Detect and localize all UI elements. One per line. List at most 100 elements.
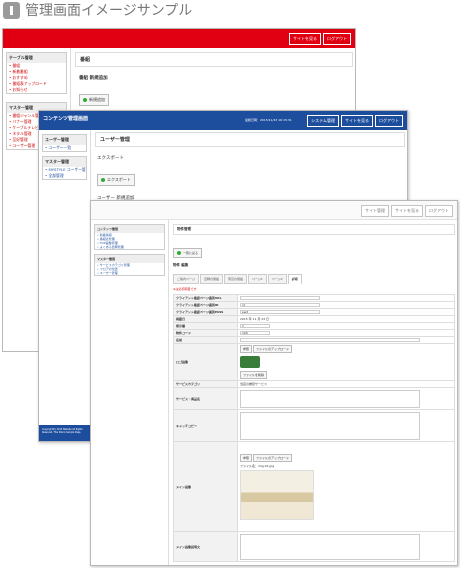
sidebar-section-title: マスター管理 (43, 157, 86, 167)
info-icon (3, 2, 20, 19)
plus-icon (83, 98, 87, 102)
table-row: メイン画像説明文 (173, 531, 455, 562)
field-label: 物件コード (173, 329, 238, 337)
field-label: 表示順 (173, 322, 238, 330)
site-admin-button[interactable]: サイト管理 (361, 205, 389, 217)
field-label: メイン画像 (173, 441, 238, 532)
back-to-list-button[interactable]: 一覧に戻る (173, 248, 203, 258)
sidebar-section-title: テーブル管理 (7, 53, 66, 63)
table-row: 掲載日 2015 年 11 月 23 日 (173, 315, 455, 323)
page-title: 管理画面イメージサンプル (25, 3, 193, 19)
top-bar: サイトを見る ログアウト (3, 29, 355, 48)
sidebar-section-user: ユーザー管理 • ユーザー一覧 (42, 134, 87, 152)
order-field[interactable]: 1 (240, 324, 270, 328)
table-row: 表示順 1 (173, 322, 455, 330)
main-content: 物件管理 一覧に戻る 物件 編集 ご案内ページ 近隣の施設 周辺の施設 ページ1… (173, 224, 455, 562)
logout-button[interactable]: ログアウト (323, 33, 351, 45)
edit-form-table: クライアント確認ページ識別URL クライアント確認ページ識別ID id クライアン… (173, 294, 455, 562)
view-site-button[interactable]: サイトを見る (341, 115, 373, 127)
system-admin-button[interactable]: システム管理 (307, 115, 339, 127)
pass-field[interactable]: pwd (240, 310, 320, 314)
tab-bar: ご案内ページ 近隣の施設 周辺の施設 ページ1 ページ2 詳細 (173, 274, 455, 284)
logout-button[interactable]: ログアウト (425, 205, 453, 217)
view-site-button[interactable]: サイトを見る (289, 33, 321, 45)
field-label: クライアント確認ページ識別PASS (173, 308, 238, 316)
view-site-button[interactable]: サイトを見る (391, 205, 423, 217)
sidebar-section-title: コンテンツ管理 (95, 225, 164, 233)
tab-nearby[interactable]: 近隣の施設 (199, 274, 223, 284)
table-row: キャッチコピー (173, 409, 455, 442)
top-bar: サイト管理 サイトを見る ログアウト (91, 201, 457, 220)
page-header: 管理画面イメージサンプル (0, 0, 460, 22)
last-login-info: 最終日時：2015/11/23 16:15:31 (245, 118, 292, 122)
sidebar-item[interactable]: • よくある質問管理 (95, 245, 164, 249)
add-new-button[interactable]: 新規追加 (79, 94, 109, 106)
table-row: サービス・商品名 (173, 387, 455, 410)
logo-preview (240, 356, 260, 368)
tab-surrounding[interactable]: 周辺の施設 (223, 274, 247, 284)
content-title: 番組 (75, 52, 353, 67)
field-label: メイン画像説明文 (173, 531, 238, 562)
content-title: 物件管理 (173, 224, 455, 235)
sidebar-item[interactable]: • ユーザー管理 (95, 271, 164, 275)
browse-button[interactable]: 参照 (240, 345, 253, 353)
upload-button[interactable]: ファイルのアップロード (252, 453, 292, 462)
logout-button[interactable]: ログアウト (375, 115, 403, 127)
sidebar: コンテンツ管理 • 新着情報 • 番組表管理 • TOP画像管理 • よくある質… (91, 220, 169, 565)
delete-file-button[interactable]: ファイルを削除 (240, 371, 268, 379)
sidebar-section-title: ユーザー管理 (43, 135, 86, 145)
table-row: メイン画像 参照 ファイルのアップロード ファイル名：img-01.jpg (173, 441, 455, 532)
url-field[interactable] (240, 296, 320, 300)
export-button[interactable]: エクスポート (97, 174, 135, 186)
table-row: クライアント確認ページ識別ID id (173, 301, 455, 309)
table-row: 物件コード 100 (173, 329, 455, 337)
field-label: クライアント確認ページ識別ID (173, 301, 238, 309)
date-select[interactable]: 2015 年 11 月 23 日 (237, 315, 455, 323)
content-title: ユーザー管理 (95, 132, 405, 147)
tab-page1[interactable]: ページ1 (247, 274, 267, 284)
main-image-preview (240, 469, 314, 520)
field-label: キャッチコピー (173, 409, 238, 442)
sidebar-item[interactable]: • 全部管理 (43, 173, 86, 179)
sidebar-section-content: コンテンツ管理 • 新着情報 • 番組表管理 • TOP画像管理 • よくある質… (94, 224, 165, 250)
section-heading: 番組 新規追加 (79, 76, 108, 81)
category-select[interactable]: 当店の推奨サービス (237, 380, 455, 388)
image-description-field[interactable] (240, 533, 420, 560)
required-note: ※は必須項目です (173, 287, 197, 291)
field-label: サービス・商品名 (173, 387, 238, 410)
sidebar-section-title: マスター管理 (95, 255, 164, 263)
app-logo: コンテンツ管理画面 (43, 116, 89, 122)
footer: Copyright(C) 2015 Website All Rights Res… (39, 425, 91, 441)
id-field[interactable]: id (240, 303, 320, 307)
table-row: クライアント確認ページ識別PASS pwd (173, 308, 455, 316)
back-icon (177, 251, 181, 255)
top-bar: コンテンツ管理画面 最終日時：2015/11/23 16:15:31 システム管… (39, 111, 407, 130)
tab-detail[interactable]: 詳細 (287, 274, 302, 284)
table-row: ロゴ画像 参照 ファイルのアップロード ファイルを削除 (173, 343, 455, 381)
field-label: 掲載日 (173, 315, 238, 323)
field-label: クライアント確認ページ識別URL (173, 294, 238, 302)
sidebar-section-table: テーブル管理 • 番組 • 新着番組 • おすすめ • 番組表アップロード • … (6, 52, 67, 94)
name-field[interactable] (240, 338, 420, 342)
upload-button[interactable]: ファイルのアップロード (252, 345, 292, 353)
field-label: サービスカテゴリ (173, 380, 238, 388)
table-row: クライアント確認ページ識別URL (173, 294, 455, 302)
file-name: ファイル名：img-01.jpg (240, 463, 275, 468)
sidebar: ユーザー管理 • ユーザー一覧 マスター管理 • MYSTYLE ユーザー管理 … (39, 130, 91, 441)
admin-window-form: サイト管理 サイトを見る ログアウト コンテンツ管理 • 新着情報 • 番組表管… (90, 200, 458, 566)
export-icon (101, 178, 105, 182)
tab-guide[interactable]: ご案内ページ (173, 274, 199, 284)
edit-heading: 物件 編集 (173, 263, 189, 267)
catchcopy-field[interactable] (240, 411, 420, 440)
sidebar-item[interactable]: • お知らせ (7, 87, 66, 93)
product-name-field[interactable] (240, 389, 420, 408)
code-field[interactable]: 100 (240, 331, 270, 335)
table-row: 名前 (173, 336, 455, 344)
sidebar-section-master: マスター管理 • サービスカテゴリ管理 • フロアの位置 • ユーザー管理 (94, 254, 165, 276)
browse-button[interactable]: 参照 (240, 453, 253, 462)
tab-page2[interactable]: ページ2 (267, 274, 287, 284)
field-label: 名前 (173, 336, 238, 344)
sidebar-item[interactable]: • ユーザー一覧 (43, 145, 86, 151)
field-label: ロゴ画像 (173, 343, 238, 381)
sidebar-section-master: マスター管理 • MYSTYLE ユーザー管理 • 全部管理 (42, 156, 87, 180)
